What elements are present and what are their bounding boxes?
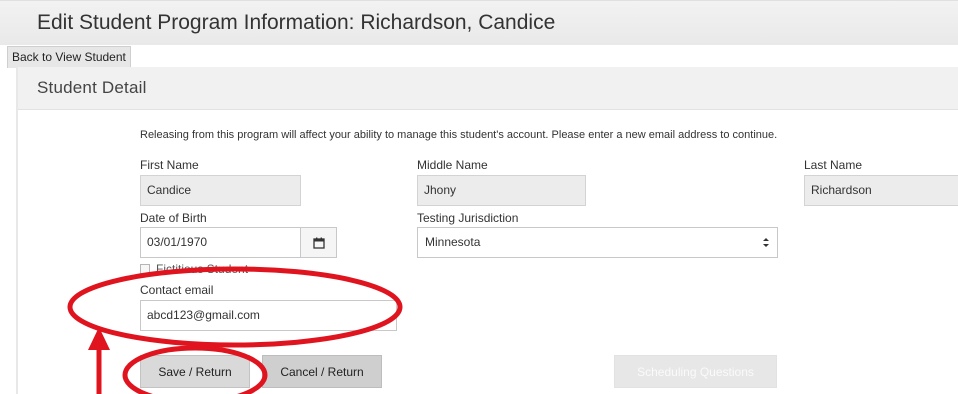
fictitious-student-checkbox[interactable] [140,264,150,274]
calendar-icon [312,237,325,249]
section-header: Student Detail [18,67,958,110]
sort-caret-icon [763,228,769,269]
page-header: Edit Student Program Information: Richar… [0,0,958,45]
middle-name-field: Jhony [417,175,586,206]
calendar-button[interactable] [301,227,337,258]
middle-name-label: Middle Name [417,158,488,172]
page-title: Edit Student Program Information: Richar… [37,11,556,34]
testing-jurisdiction-select[interactable]: Minnesota [417,227,778,258]
first-name-label: First Name [140,158,199,172]
last-name-label: Last Name [804,158,863,172]
contact-email-input[interactable]: abcd123@gmail.com [140,300,397,331]
contact-email-label: Contact email [140,283,214,297]
first-name-field: Candice [140,175,301,206]
cancel-return-button[interactable]: Cancel / Return [262,355,382,388]
annotation-arrow-head [88,327,110,350]
last-name-field: Richardson [804,175,958,206]
date-of-birth-label: Date of Birth [140,211,207,225]
section-title: Student Detail [37,78,147,97]
fictitious-student-label: Fictitious Student [156,262,249,276]
save-return-button[interactable]: Save / Return [140,355,250,388]
testing-jurisdiction-value: Minnesota [425,235,481,249]
date-of-birth-input[interactable]: 03/01/1970 [140,227,301,258]
back-to-view-student-button[interactable]: Back to View Student [7,46,131,68]
card-left-border [16,67,18,394]
release-notice: Releasing from this program will affect … [140,129,778,141]
scheduling-questions-button[interactable]: Scheduling Questions [614,355,777,388]
testing-jurisdiction-label: Testing Jurisdiction [417,211,519,225]
